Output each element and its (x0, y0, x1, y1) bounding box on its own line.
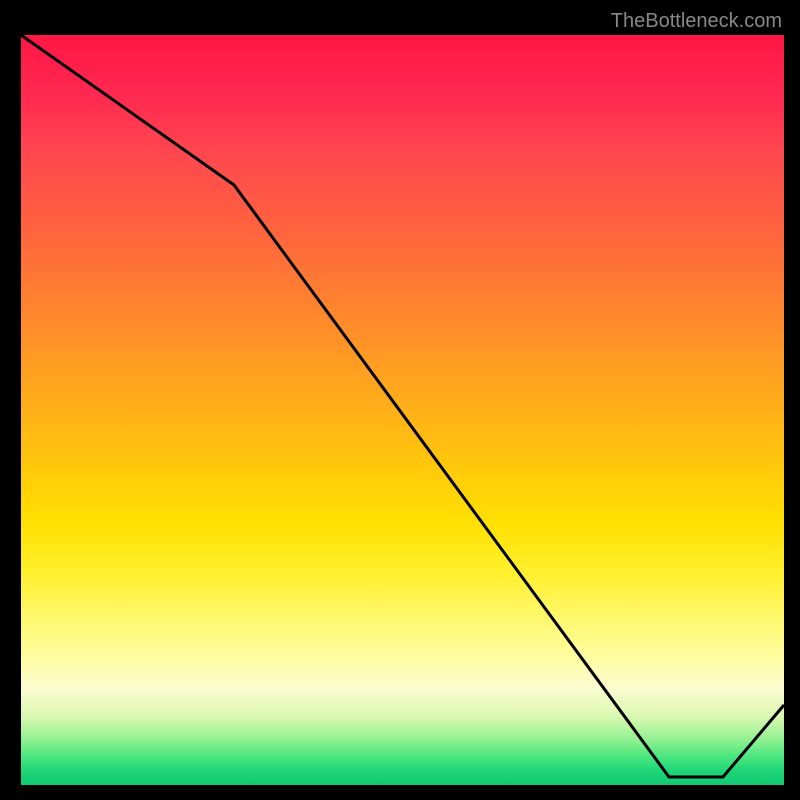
watermark-text: TheBottleneck.com (611, 10, 782, 33)
chart-container: TheBottleneck.com (0, 0, 800, 800)
plot-area (18, 32, 787, 788)
bottleneck-curve (21, 35, 784, 785)
